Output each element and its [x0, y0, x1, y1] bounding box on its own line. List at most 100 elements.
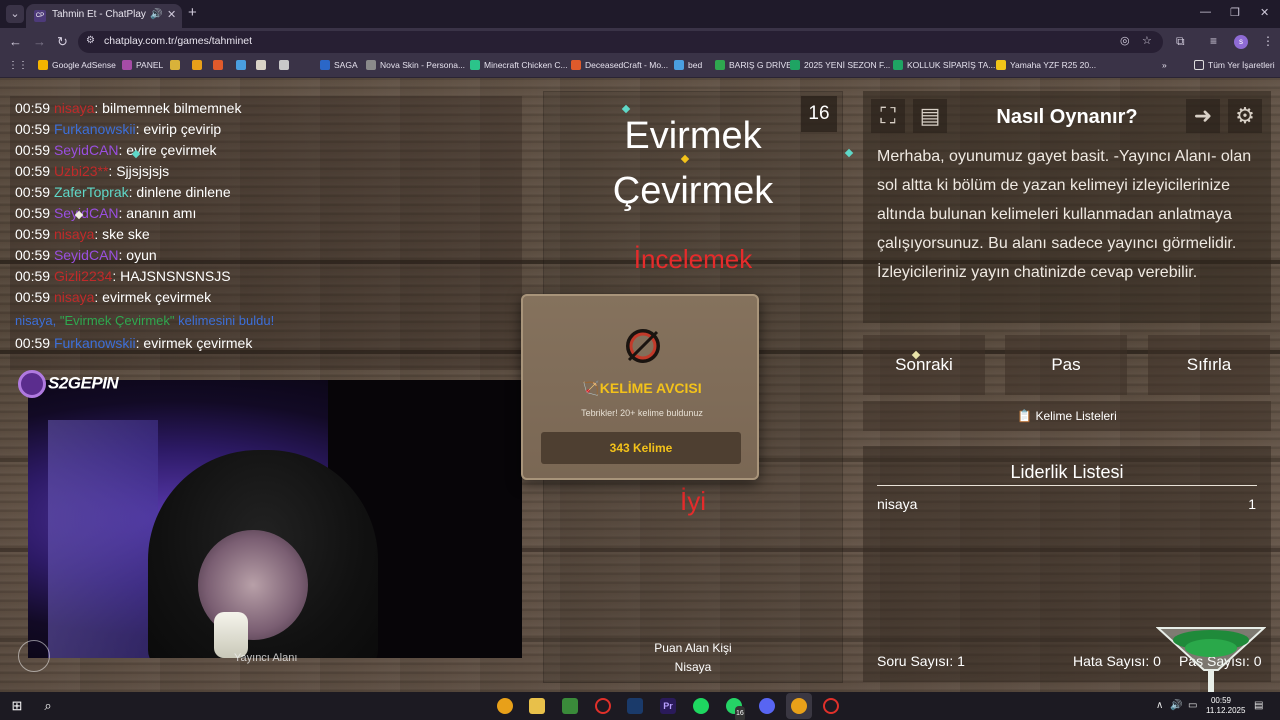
extensions-icon[interactable]: ⧉: [1176, 34, 1185, 49]
spotify-icon[interactable]: [693, 698, 709, 714]
site-info-icon[interactable]: ⚙: [86, 35, 95, 46]
chrome-icon[interactable]: [497, 698, 513, 714]
bookmark-item[interactable]: [192, 60, 206, 70]
chat-time: 00:59: [15, 184, 51, 200]
bookmark-favicon-icon: [893, 60, 903, 70]
bookmark-label: KOLLUK SİPARİŞ TA...: [907, 60, 996, 70]
tab-title: Tahmin Et - ChatPlay: [52, 9, 146, 20]
bookmark-item[interactable]: Yamaha YZF R25 20...: [996, 60, 1096, 70]
close-icon[interactable]: ✕: [167, 4, 176, 26]
taskbar-clock[interactable]: 00:59 11.12.2025: [1206, 696, 1245, 716]
bookmark-item[interactable]: bed: [674, 60, 702, 70]
tab-active[interactable]: CP Tahmin Et - ChatPlay 🔊 ✕: [26, 4, 182, 28]
bookmark-item[interactable]: [279, 60, 293, 70]
chat-message: : evirmek çevirmek: [135, 335, 253, 351]
search-icon[interactable]: ⌕: [40, 698, 56, 714]
menu-icon[interactable]: ⋮: [1262, 34, 1274, 48]
minecraft-icon[interactable]: [562, 698, 578, 714]
windows-taskbar: ⊞ ⌕ Pr 16 ∧ 🔊 ▭ 00:59 11.12.2025 ▤: [0, 692, 1280, 720]
bookmark-item[interactable]: BARIŞ G DRİVE: [715, 60, 792, 70]
bow-small-icon: 🏹: [582, 380, 600, 396]
obs-icon[interactable]: [823, 698, 839, 714]
streamer-webcam: [28, 380, 522, 658]
bookmark-item[interactable]: Minecraft Chicken C...: [470, 60, 568, 70]
bookmark-item[interactable]: [236, 60, 250, 70]
list-icon: 📋: [1017, 409, 1036, 423]
notification-icon[interactable]: ▤: [1254, 700, 1263, 711]
bookmark-favicon-icon: [192, 60, 202, 70]
next-button[interactable]: Sonraki: [863, 335, 985, 395]
bookmark-label: PANEL: [136, 60, 164, 70]
bookmark-item[interactable]: PANEL: [122, 60, 163, 70]
bookmarks-overflow-icon[interactable]: »: [1162, 60, 1167, 70]
all-bookmarks-button[interactable]: Tüm Yer İşaretleri: [1194, 60, 1275, 70]
chat-message: : bilmemnek bilmemnek: [94, 100, 242, 116]
logo-text: S2GEPIN: [48, 373, 119, 393]
question-count: Soru Sayısı: 1: [877, 653, 965, 669]
premiere-icon[interactable]: Pr: [660, 698, 676, 714]
bookmark-favicon-icon: [715, 60, 725, 70]
bookmark-item[interactable]: [213, 60, 227, 70]
bookmark-item[interactable]: DeceasedCraft - Mo...: [571, 60, 668, 70]
browser-toolbar: ← → ↻ ⚙ chatplay.com.tr/games/tahminet ◎…: [0, 28, 1280, 56]
chat-line: 00:59 nisaya: bilmemnek bilmemnek: [15, 100, 241, 116]
file-explorer-icon[interactable]: [529, 698, 545, 714]
apps-icon[interactable]: ⋮⋮: [8, 60, 28, 71]
chat-time: 00:59: [15, 289, 51, 305]
bookmark-item[interactable]: SAGA: [320, 60, 358, 70]
chat-user: nisaya: [53, 289, 95, 305]
tray-chevron-icon[interactable]: ∧: [1156, 700, 1163, 711]
steam-icon[interactable]: [627, 698, 643, 714]
bookmark-item[interactable]: Nova Skin - Persona...: [366, 60, 465, 70]
word-lists-button[interactable]: 📋 Kelime Listeleri: [863, 401, 1271, 431]
bookmark-item[interactable]: [256, 60, 270, 70]
whatsapp-icon[interactable]: 16: [726, 698, 745, 720]
chat-message: : HAJSNSNSNSJS: [112, 268, 231, 284]
chat-message: : ananın amı: [118, 205, 197, 221]
bookmark-favicon-icon: [996, 60, 1006, 70]
windows-start-icon[interactable]: ⊞: [9, 698, 25, 714]
bookmark-favicon-icon: [790, 60, 800, 70]
eye-off-icon[interactable]: ◎: [1120, 34, 1130, 47]
bookmark-favicon-icon: [470, 60, 480, 70]
word-total-button[interactable]: 343 Kelime: [541, 432, 741, 464]
reload-button[interactable]: ↻: [57, 34, 68, 50]
address-bar[interactable]: ⚙ chatplay.com.tr/games/tahminet ◎ ☆: [78, 31, 1163, 53]
chat-time: 00:59: [15, 205, 51, 221]
opera-icon[interactable]: [595, 698, 611, 714]
chat-time: 00:59: [15, 163, 51, 179]
bookmark-label: BARIŞ G DRİVE: [729, 60, 792, 70]
pass-button[interactable]: Pas: [1005, 335, 1127, 395]
forward-button[interactable]: →: [33, 34, 46, 50]
volume-icon[interactable]: 🔊: [1170, 700, 1182, 711]
chrome-profile-icon[interactable]: [791, 698, 807, 714]
bow-arrow-icon: [626, 329, 660, 363]
audio-icon[interactable]: 🔊: [150, 4, 162, 26]
window-close-button[interactable]: ✕: [1260, 6, 1269, 19]
profile-avatar[interactable]: s: [1234, 35, 1248, 49]
bookmarks-bar: ⋮⋮ Google AdSense PANEL SAGA Nova Skin - Pe…: [0, 56, 1280, 78]
bookmark-item[interactable]: 2025 YENİ SEZON F...: [790, 60, 890, 70]
discord-icon[interactable]: [759, 698, 775, 714]
chat-time: 00:59: [15, 335, 51, 351]
tab-search-button[interactable]: ⌄: [6, 5, 24, 23]
play-circle-icon[interactable]: [18, 640, 50, 672]
media-icon[interactable]: ≡: [1210, 34, 1217, 48]
chat-line: 00:59 Gizli2234: HAJSNSNSNSJS: [15, 268, 231, 284]
back-button[interactable]: ←: [9, 34, 22, 50]
leaderboard-title: Liderlik Listesi: [1010, 462, 1124, 482]
chat-time: 00:59: [15, 226, 51, 242]
chat-user: SeyidCAN: [53, 205, 119, 221]
minimize-button[interactable]: —: [1200, 6, 1211, 18]
bookmark-favicon-icon: [170, 60, 180, 70]
reset-button[interactable]: Sıfırla: [1148, 335, 1270, 395]
new-tab-button[interactable]: +: [188, 5, 197, 21]
system-msg-user: nisaya,: [15, 313, 57, 328]
restore-button[interactable]: ❐: [1230, 6, 1240, 19]
bookmark-item[interactable]: Google AdSense: [38, 60, 116, 70]
network-icon[interactable]: ▭: [1188, 700, 1197, 711]
bookmark-label: 2025 YENİ SEZON F...: [804, 60, 891, 70]
bookmark-star-icon[interactable]: ☆: [1142, 34, 1152, 47]
bookmark-item[interactable]: [170, 60, 184, 70]
bookmark-item[interactable]: KOLLUK SİPARİŞ TA...: [893, 60, 995, 70]
